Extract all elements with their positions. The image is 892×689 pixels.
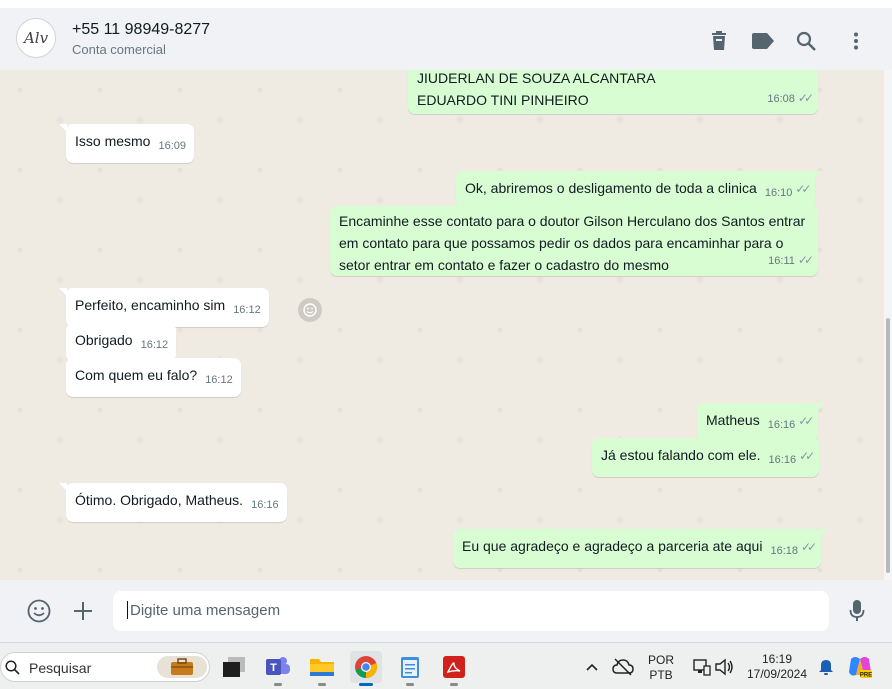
message-text: Com quem eu falo? xyxy=(75,367,198,383)
taskbar-search[interactable]: Pesquisar xyxy=(0,652,210,682)
message-outgoing[interactable]: Encaminhe esse contato para o doutor Gil… xyxy=(330,206,818,276)
message-outgoing[interactable]: Já estou falando com ele. 16:16 ✓✓ xyxy=(592,438,820,477)
search-icon xyxy=(5,660,20,675)
contact-name[interactable]: +55 11 98949-8277 xyxy=(72,21,210,39)
file-explorer-icon[interactable] xyxy=(306,651,338,686)
read-ticks-icon: ✓✓ xyxy=(800,540,817,554)
copilot-icon[interactable]: PRE xyxy=(844,651,876,683)
message-time: 16:12 xyxy=(140,339,169,351)
message-time: 16:09 xyxy=(158,140,186,152)
message-text: Eu que agradeço e agradeço a parceria at… xyxy=(462,538,763,554)
message-line: EDUARDO TINI PINHEIRO xyxy=(417,92,589,108)
trash-icon[interactable] xyxy=(706,28,732,54)
message-outgoing[interactable]: Eu que agradeço e agradeço a parceria at… xyxy=(453,529,829,568)
message-text: Já estou falando com ele. xyxy=(601,447,761,463)
terminal-icon[interactable] xyxy=(218,651,250,683)
message-incoming[interactable]: Perfeito, encaminho sim 16:12 xyxy=(59,288,269,327)
search-icon[interactable] xyxy=(793,28,819,54)
message-incoming[interactable]: Ótimo. Obrigado, Matheus. 16:16 xyxy=(59,483,287,522)
message-composer: Digite uma mensagem xyxy=(0,580,892,642)
message-outgoing[interactable]: Ok, abriremos o desligamento de toda a c… xyxy=(456,171,823,210)
language-bottom: PTB xyxy=(649,668,673,682)
avatar-signature: Alv xyxy=(23,29,49,47)
briefcase-icon[interactable] xyxy=(157,656,207,678)
scrollbar-thumb[interactable] xyxy=(886,318,890,573)
language-top: POR xyxy=(647,653,674,667)
running-indicator xyxy=(450,683,458,686)
running-indicator xyxy=(406,683,414,686)
message-incoming[interactable]: Obrigado 16:12 xyxy=(66,323,177,362)
volume-icon[interactable] xyxy=(708,651,740,683)
message-line: setor entrar em contato e fazer o cadast… xyxy=(339,257,669,273)
chevron-up-icon[interactable] xyxy=(576,651,608,683)
message-outgoing[interactable]: JIUDERLAN DE SOUZA ALCANTARA EDUARDO TIN… xyxy=(408,70,818,114)
text-caret xyxy=(127,601,128,619)
contact-subtitle: Conta comercial xyxy=(72,42,166,57)
running-indicator xyxy=(274,683,282,686)
message-text: Obrigado xyxy=(75,332,133,348)
message-text: Isso mesmo xyxy=(75,133,151,149)
plus-icon[interactable] xyxy=(70,598,96,624)
clock-date: 17/09/2024 xyxy=(746,667,808,681)
chrome-icon[interactable] xyxy=(350,651,382,686)
message-time-wrap: 16:08 ✓✓ xyxy=(767,87,814,110)
message-time: 16:11 xyxy=(768,255,795,267)
svg-text:PRE: PRE xyxy=(860,673,872,679)
taskbar-search-label: Pesquisar xyxy=(29,660,92,676)
message-time: 16:16 xyxy=(767,419,796,431)
message-time: 16:12 xyxy=(205,374,233,386)
message-input-placeholder: Digite uma mensagem xyxy=(130,602,281,619)
message-time: 16:16 xyxy=(251,499,279,511)
label-icon[interactable] xyxy=(750,28,776,54)
message-time: 16:16 xyxy=(768,454,797,466)
message-line: JIUDERLAN DE SOUZA ALCANTARA xyxy=(417,70,656,86)
react-emoji-icon[interactable] xyxy=(298,298,322,322)
svg-text:T: T xyxy=(270,662,277,674)
message-incoming[interactable]: Isso mesmo 16:09 xyxy=(59,124,194,163)
message-text: Perfeito, encaminho sim xyxy=(75,297,226,313)
message-time: 16:08 xyxy=(767,93,795,105)
message-time-wrap: 16:11 ✓✓ xyxy=(768,249,814,272)
teams-icon[interactable]: T xyxy=(262,651,294,686)
contact-avatar[interactable]: Alv xyxy=(16,18,56,58)
message-time: 16:10 xyxy=(764,187,793,199)
chat-scrollbar[interactable] xyxy=(884,70,892,580)
system-clock[interactable]: 16:19 17/09/2024 xyxy=(742,652,812,682)
notification-bell-icon[interactable] xyxy=(810,651,842,683)
cloud-offline-icon[interactable] xyxy=(607,651,639,683)
running-indicator xyxy=(318,683,326,686)
chat-area[interactable]: JIUDERLAN DE SOUZA ALCANTARA EDUARDO TIN… xyxy=(0,70,884,580)
message-text: Ótimo. Obrigado, Matheus. xyxy=(75,492,244,508)
message-incoming[interactable]: Com quem eu falo? 16:12 xyxy=(66,358,241,397)
notepad-icon[interactable] xyxy=(394,651,426,686)
read-ticks-icon: ✓✓ xyxy=(795,182,811,196)
microphone-icon[interactable] xyxy=(844,598,870,624)
message-time: 16:18 xyxy=(770,545,798,557)
active-indicator xyxy=(359,683,373,686)
read-ticks-icon: ✓✓ xyxy=(798,414,814,428)
message-line: em contato para que possamos pedir os da… xyxy=(339,235,784,251)
windows-taskbar: Pesquisar T POR PTB 16:19 17/09/2024 PRE xyxy=(0,642,892,689)
language-indicator[interactable]: POR PTB xyxy=(644,653,678,683)
clock-time: 16:19 xyxy=(761,652,793,666)
message-text: Matheus xyxy=(706,412,760,428)
emoji-icon[interactable] xyxy=(26,598,52,624)
message-outgoing[interactable]: Matheus 16:16 ✓✓ xyxy=(697,403,826,442)
read-ticks-icon: ✓✓ xyxy=(797,253,814,267)
read-ticks-icon: ✓✓ xyxy=(799,449,815,463)
message-line: Encaminhe esse contato para o doutor Gil… xyxy=(339,213,806,229)
pdf-reader-icon[interactable] xyxy=(438,651,470,686)
menu-icon[interactable] xyxy=(843,28,869,54)
message-time: 16:12 xyxy=(233,304,261,316)
message-input[interactable]: Digite uma mensagem xyxy=(113,591,829,631)
message-text: Ok, abriremos o desligamento de toda a c… xyxy=(465,180,757,196)
read-ticks-icon: ✓✓ xyxy=(797,91,814,105)
chat-header: Alv +55 11 98949-8277 Conta comercial xyxy=(0,0,892,70)
